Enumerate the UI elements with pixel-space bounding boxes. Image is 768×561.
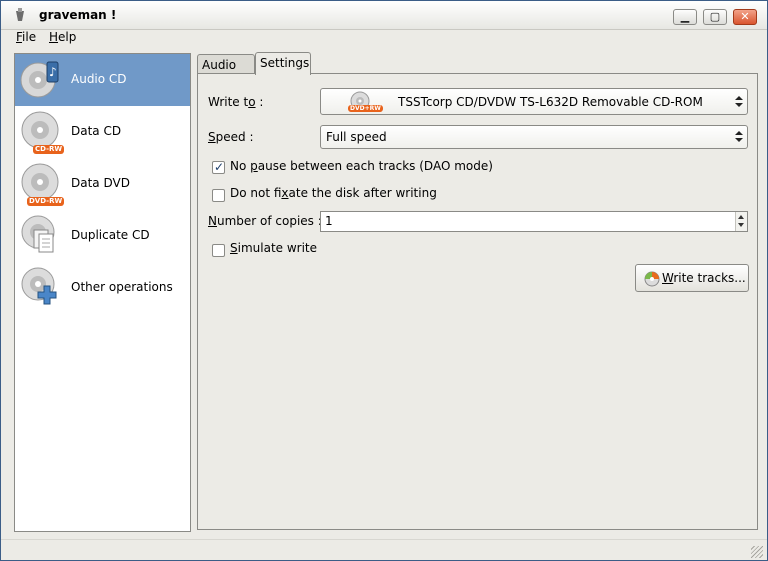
window-title: graveman !	[39, 8, 117, 22]
write-to-value: TSSTcorp CD/DVDW TS-L632D Removable CD-R…	[398, 95, 703, 109]
write-to-label-suffix: :	[255, 95, 264, 109]
tab-audio-cd[interactable]: Audio CD	[197, 54, 255, 86]
sidebar-item-label: Other operations	[71, 280, 173, 294]
burn-disc-icon	[644, 271, 660, 287]
data-cd-icon	[21, 111, 59, 149]
app-icon	[16, 8, 24, 21]
minimize-icon: ▁	[680, 10, 690, 23]
no-pause-checkbox[interactable]: ✓	[212, 160, 225, 174]
dvd-rw-badge: DVD-RW	[27, 197, 65, 206]
simulate-label[interactable]: Simulate write	[230, 241, 317, 255]
write-to-combo[interactable]: DVD+RW TSSTcorp CD/DVDW TS-L632D Removab…	[320, 88, 748, 115]
tab-settings[interactable]: Settings	[255, 52, 311, 75]
simulate-mnemonic: S	[230, 241, 238, 255]
write-tracks-label: Write tracks...	[662, 271, 746, 285]
sidebar-item-label: Data CD	[71, 124, 122, 138]
menu-file-label: ile	[22, 30, 37, 44]
maximize-button[interactable]: ▢	[703, 9, 727, 25]
write-to-mnemonic: o	[248, 95, 256, 109]
menu-bar: File Help	[1, 29, 767, 47]
title-bar[interactable]: graveman ! ▁ ▢ ✕	[1, 1, 767, 30]
copies-mnemonic: N	[208, 214, 217, 228]
sidebar-item-duplicate-cd[interactable]: Duplicate CD	[15, 210, 190, 262]
no-pause-label[interactable]: No pause between each tracks (DAO mode)	[230, 159, 493, 173]
menu-help-mnemonic: H	[49, 30, 59, 44]
no-pause-label-text: No	[230, 159, 251, 173]
sidebar-item-data-cd[interactable]: CD-RW Data CD	[15, 106, 190, 158]
menu-help-label: elp	[58, 30, 77, 44]
menu-file[interactable]: File	[16, 30, 36, 44]
sidebar-item-data-dvd[interactable]: DVD-RW Data DVD	[15, 158, 190, 210]
cd-rw-badge: CD-RW	[33, 145, 65, 154]
sidebar-item-audio-cd[interactable]: ♪ Audio CD	[15, 54, 190, 106]
no-pause-label-suffix: ause between each tracks (DAO mode)	[257, 159, 493, 173]
copies-label-text: umber of copies :	[216, 214, 322, 228]
tab-label: Settings	[260, 56, 310, 70]
dvd-rw-drive-badge: DVD+RW	[348, 105, 383, 112]
sidebar-item-label: Duplicate CD	[71, 228, 150, 242]
maximize-icon: ▢	[709, 10, 721, 23]
spin-arrows-icon[interactable]	[735, 212, 747, 231]
copies-label: Number of copies :	[208, 214, 322, 228]
no-fixate-mnemonic: x	[281, 186, 289, 200]
simulate-label-text: imulate write	[237, 241, 318, 255]
copies-spinbutton[interactable]: 1	[320, 211, 748, 232]
main-window: graveman ! ▁ ▢ ✕ File Help ♪ Audio CD CD…	[0, 0, 768, 561]
check-icon: ✓	[214, 160, 225, 174]
close-button[interactable]: ✕	[733, 9, 757, 25]
simulate-checkbox[interactable]	[212, 244, 225, 257]
status-bar	[1, 539, 767, 560]
combo-arrows-icon	[735, 96, 743, 108]
duplicate-cd-icon	[21, 215, 55, 253]
write-tracks-mnemonic: W	[662, 271, 674, 285]
operations-sidebar: ♪ Audio CD CD-RW Data CD DVD-RW Data DVD	[14, 53, 191, 532]
data-dvd-icon	[21, 163, 59, 201]
sidebar-item-other-operations[interactable]: Other operations	[15, 262, 190, 314]
svg-text:♪: ♪	[49, 65, 57, 79]
no-fixate-label-suffix: ate the disk after writing	[288, 186, 437, 200]
other-operations-icon	[21, 267, 57, 305]
combo-arrows-icon	[735, 131, 743, 143]
write-to-label: Write to :	[208, 95, 263, 109]
no-fixate-label[interactable]: Do not fixate the disk after writing	[230, 186, 437, 200]
speed-combo[interactable]: Full speed	[320, 125, 748, 149]
copies-value: 1	[325, 214, 333, 228]
write-tracks-label-text: rite tracks...	[673, 271, 746, 285]
sidebar-item-label: Data DVD	[71, 176, 130, 190]
speed-label: Speed :	[208, 130, 253, 144]
write-to-label-text: Write t	[208, 95, 249, 109]
resize-grip-icon[interactable]	[751, 546, 763, 558]
speed-value: Full speed	[326, 130, 387, 144]
sidebar-item-label: Audio CD	[71, 72, 127, 86]
no-fixate-label-text: Do not fi	[230, 186, 282, 200]
no-fixate-checkbox[interactable]	[212, 189, 225, 202]
minimize-button[interactable]: ▁	[673, 9, 697, 25]
menu-help[interactable]: Help	[49, 30, 76, 44]
speed-label-text: peed :	[215, 130, 254, 144]
write-tracks-button[interactable]: Write tracks...	[635, 264, 749, 292]
no-pause-mnemonic: p	[250, 159, 258, 173]
close-icon: ✕	[740, 10, 750, 23]
audio-cd-icon: ♪	[20, 61, 59, 98]
speed-mnemonic: S	[208, 130, 216, 144]
